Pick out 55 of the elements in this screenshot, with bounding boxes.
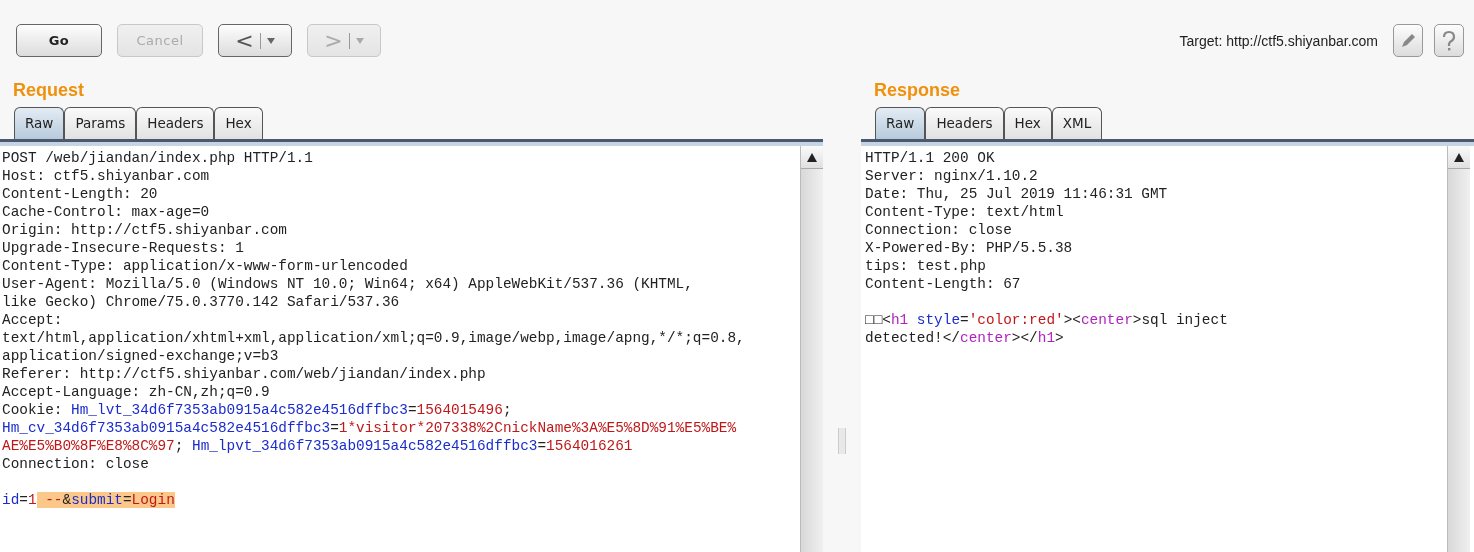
up-arrow-icon [807,152,817,162]
code-line: X-Powered-By: PHP/5.5.38 [865,239,1073,257]
tab[interactable]: Hex [1003,107,1052,139]
code-line: application/signed-exchange;v=b3 [2,347,279,365]
code-line: like Gecko) Chrome/75.0.3770.142 Safari/537.36 [2,293,400,311]
code-line: □□<h1 style='color:red'><center>sql inject [865,311,1228,329]
pane-title: Response [873,80,962,102]
code-line: Cookie: Hm_lvt_34d6f7353ab0915a4c582e4516dffbc3=1564015496; [2,401,512,419]
code-line: AE%E5%B0%8F%E8%8C%97; Hm_lpvt_34d6f7353ab0915a4c582e4516dffbc3=1564016261 [2,437,633,455]
code-line: Connection: close [2,455,149,473]
history-button[interactable]: < [218,24,292,57]
code-line: Upgrade-Insecure-Requests: 1 [2,239,244,257]
code-line: Content-Type: application/x-www-form-urlencoded [2,257,408,275]
tab[interactable]: Raw [14,107,65,139]
code-line: text/html,application/xhtml+xml,application/xml;q=0.9,image/webp,image/apng,*/*;q=0.8, [2,329,745,347]
help-icon [1442,29,1456,52]
scroll-up-button[interactable] [801,146,823,169]
dropdown-caret-icon [266,36,275,45]
tab[interactable]: XML [1051,107,1103,139]
edit-target-button[interactable] [1393,24,1423,57]
code-line: detected!</center></h1> [865,329,1064,347]
scrollbar[interactable] [1447,146,1470,552]
scrollbar[interactable] [800,146,823,552]
tab[interactable]: Raw [875,107,926,139]
code-line: Hm_cv_34d6f7353ab0915a4c582e4516dffbc3=1*visitor*207338%2CnickName%3A%E5%8D%91%E5%BE% [2,419,737,437]
code-line: User-Agent: Mozilla/5.0 (Windows NT 10.0; Win64; x64) AppleWebKit/537.36 (KHTML, [2,275,693,293]
dropdown-caret-icon [355,36,364,45]
code-line: Content-Length: 67 [865,275,1021,293]
code-line: Connection: close [865,221,1012,239]
code-line: Content-Type: text/html [865,203,1064,221]
up-arrow-icon [1454,152,1464,162]
tab[interactable]: Headers [136,107,215,139]
code-line: Referer: http://ctf5.shiyanbar.com/web/jiandan/index.php [2,365,486,383]
code-line: Accept: [2,311,63,329]
target-label: Target: http://ctf5.shiyanbar.com [1179,32,1378,49]
scroll-up-button[interactable] [1448,146,1470,169]
tab[interactable]: Hex [214,107,263,139]
tab[interactable]: Params [64,107,137,139]
toolbar-button[interactable]: Go [16,24,102,57]
pencil-icon [1399,31,1417,50]
pane-title: Request [12,80,85,102]
code-line: Host: ctf5.shiyanbar.com [2,167,210,185]
code-line: POST /web/jiandan/index.php HTTP/1.1 [2,149,313,167]
code-line: Server: nginx/1.10.2 [865,167,1038,185]
code-line: Accept-Language: zh-CN,zh;q=0.9 [2,383,270,401]
tab[interactable]: Headers [925,107,1004,139]
code-line: Date: Thu, 25 Jul 2019 11:46:31 GMT [865,185,1168,203]
splitter-handle[interactable] [838,428,846,454]
help-button[interactable] [1434,24,1464,57]
code-line: Content-Length: 20 [2,185,158,203]
code-line: Origin: http://ctf5.shiyanbar.com [2,221,287,239]
code-line: Cache-Control: max-age=0 [2,203,210,221]
code-line: tips: test.php [865,257,986,275]
code-line: HTTP/1.1 200 OK [865,149,995,167]
code-line: id=1 --&submit=Login [2,491,175,509]
